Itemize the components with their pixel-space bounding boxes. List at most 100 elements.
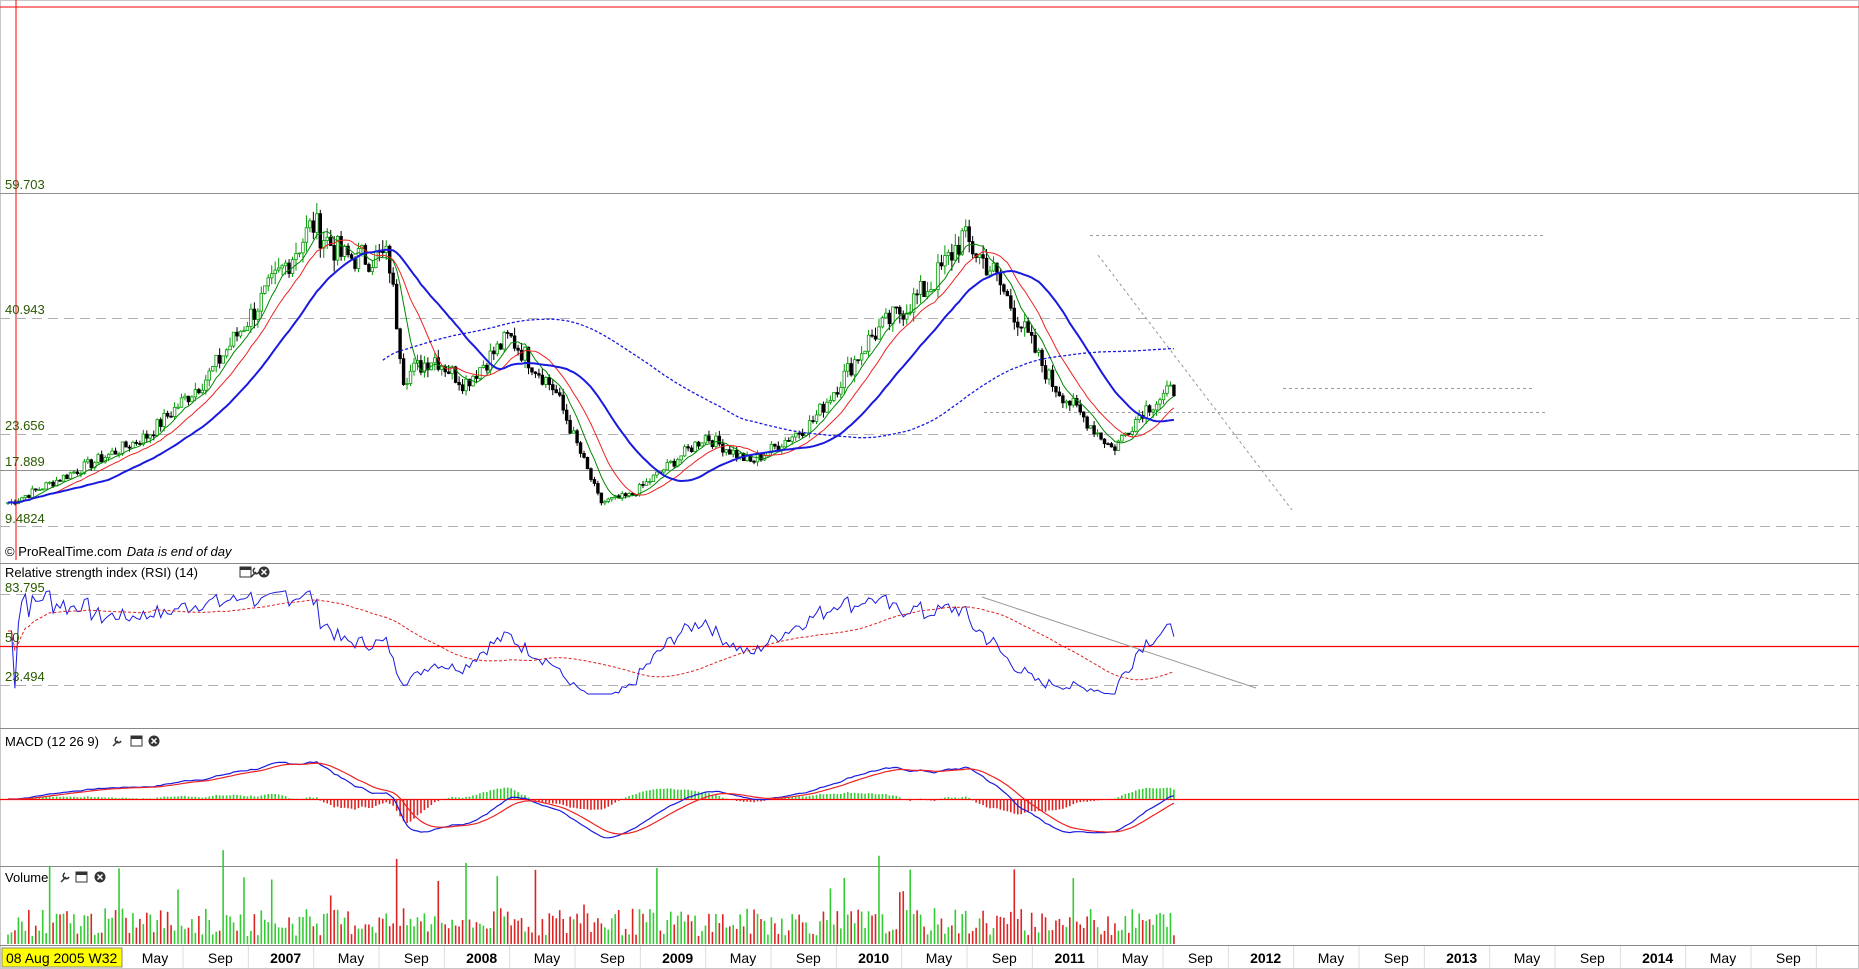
candle-body [783,439,787,448]
candle-body [735,449,739,458]
candle-body [110,450,114,455]
candle-body [891,306,895,325]
candle-body [325,236,329,241]
rsi-maximize-icon[interactable] [239,566,252,578]
candle-body [679,455,683,461]
x-tick-label: Sep [992,950,1017,966]
candle-body [131,441,135,449]
candle-body [106,453,111,458]
candle-body [686,446,690,449]
candle-body [866,334,871,352]
volume-maximize-icon[interactable] [75,871,88,883]
candle-body [561,394,565,411]
volume-config-icon[interactable] [60,872,70,883]
candle-body [558,392,562,396]
candle-body [1002,284,1006,292]
candle-body [752,460,756,463]
candle-body [266,277,270,287]
x-tick-label: Sep [208,950,233,966]
candle-body [1036,349,1041,353]
x-tick-label: May [730,950,756,966]
candle-body [953,245,958,261]
candle-body [37,489,41,491]
candle-body [641,484,645,486]
candle-body [1144,405,1148,419]
candle-body [1099,432,1103,440]
price-moving-averages [7,230,1175,504]
candle-body [349,254,354,259]
candle-body [1061,395,1065,404]
candle-body [457,382,461,386]
candle-body [47,481,52,484]
candle-body [134,441,139,444]
date-box-label: 08 Aug 2005 W32 [6,950,118,966]
volume-close-icon[interactable] [94,871,106,883]
candle-body [492,350,496,355]
macd-close-icon[interactable] [148,735,160,747]
candle-body [790,436,794,442]
candle-body [256,310,260,320]
candle-body [41,488,45,491]
candle-body [505,331,510,334]
candle-body [231,331,236,347]
candle-body [828,400,833,403]
candle-body [1078,404,1082,413]
candle-body [51,481,55,487]
candle-body [318,213,322,249]
x-tick-label: 2011 [1054,950,1085,966]
candle-body [929,289,933,293]
rsi-title: Relative strength index (RSI) (14) [5,565,198,580]
candle-body [270,273,274,279]
x-tick-label: May [1122,950,1148,966]
candle-body [259,292,264,312]
candle-body [589,468,593,480]
candle-body [880,317,885,328]
candle-body [703,435,708,444]
candle-body [297,252,302,255]
price-label-4: 9.4824 [5,511,45,526]
candle-body [367,263,371,272]
candle-body [759,454,763,461]
candle-body [304,227,309,243]
candle-body [478,367,482,379]
candle-body [311,220,316,233]
candle-body [1165,385,1169,394]
macd-maximize-icon[interactable] [130,735,143,747]
candle-body [852,359,857,376]
candle-body [145,433,149,439]
candle-body [68,472,73,480]
candle-body [481,364,486,369]
macd-config-icon[interactable] [112,736,122,747]
candle-body [224,349,229,357]
candle-body [342,245,347,257]
candle-body [731,449,735,455]
candle-body [207,370,211,381]
candle-body [571,430,576,434]
candle-body [464,378,468,392]
candle-body [925,291,930,298]
x-tick-label: May [926,950,952,966]
rsi-level-0: 83.795 [5,580,45,595]
candle-body [23,495,28,499]
x-tick-label: May [1710,950,1736,966]
candle-body [1172,384,1176,397]
candle-body [599,492,604,504]
candle-body [446,371,451,374]
rsi-config-icon[interactable] [250,567,260,578]
candle-body [1147,405,1152,413]
candle-body [186,395,191,403]
candle-body [127,446,132,449]
candle-body [1071,398,1075,406]
candle-body [887,312,892,325]
candle-body [474,375,479,379]
candle-body [800,433,805,436]
candle-body [44,482,48,490]
candle-body [669,460,673,463]
candle-body [120,441,125,455]
candle-body [859,353,864,361]
rsi-close-icon[interactable] [258,566,270,578]
candle-body [1068,400,1072,406]
candle-body [884,312,888,319]
candle-body [488,350,493,371]
candle-body [287,262,291,274]
